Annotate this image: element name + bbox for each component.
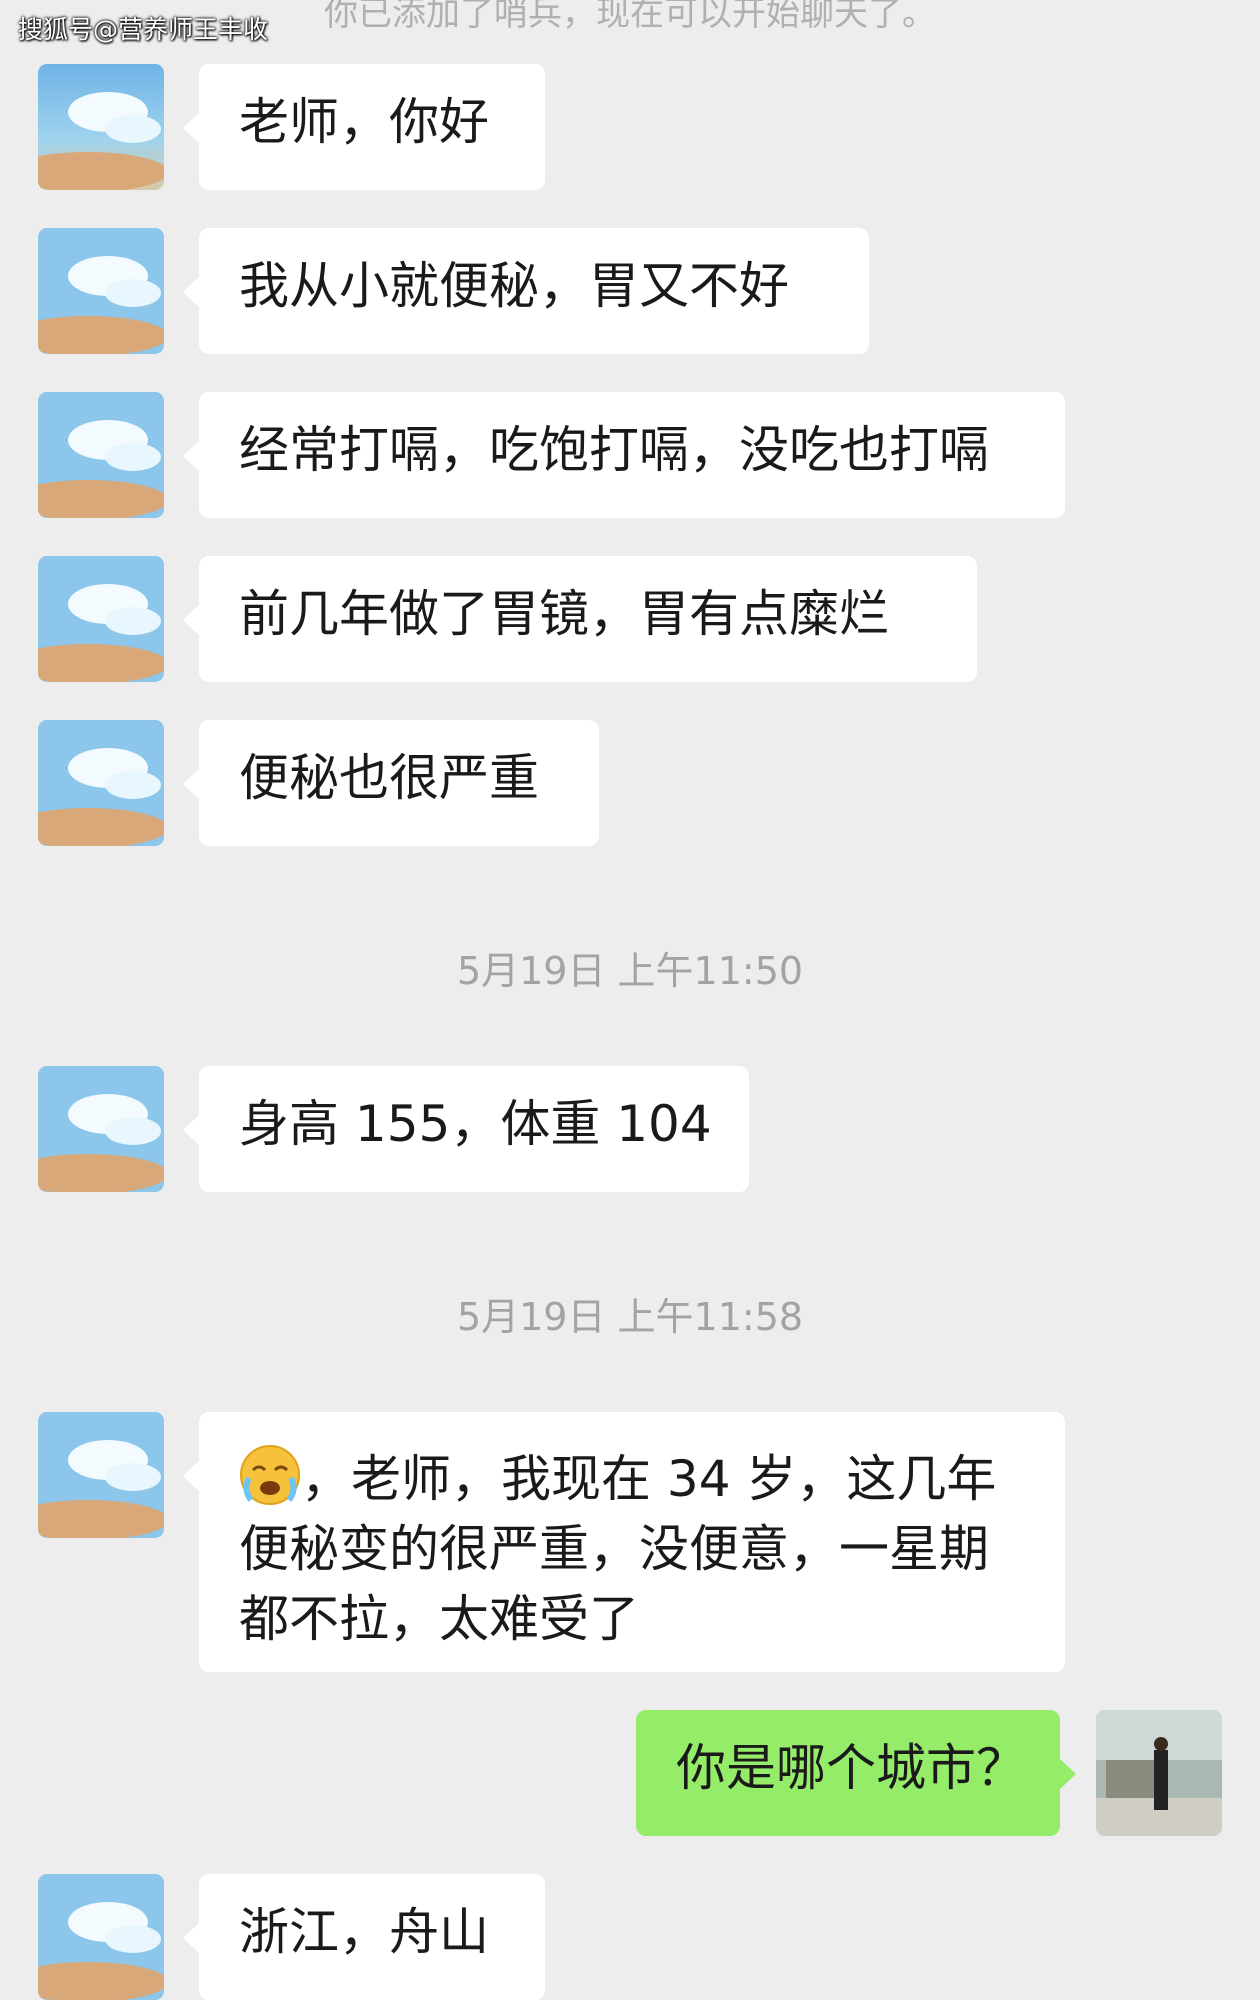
contact-avatar[interactable] <box>38 1066 164 1192</box>
message-bubble[interactable]: 浙江，舟山 <box>183 1874 545 2000</box>
watermark: 搜狐号@营养师王丰收 <box>18 15 269 44</box>
message-text: 经常打嗝，吃饱打嗝，没吃也打嗝 <box>239 421 989 479</box>
message-text: 身高 155，体重 104 <box>239 1095 712 1153</box>
outgoing-message-bubble[interactable]: 你是哪个城市？ <box>636 1710 1076 1836</box>
contact-avatar[interactable] <box>38 1874 164 2000</box>
contact-avatar[interactable] <box>38 720 164 846</box>
contact-avatar[interactable] <box>38 228 164 354</box>
my-avatar[interactable] <box>1096 1710 1222 1836</box>
message-bubble[interactable]: 便秘也很严重 <box>183 720 599 846</box>
contact-avatar[interactable] <box>38 1412 164 1538</box>
message-text: 我从小就便秘，胃又不好 <box>239 257 789 315</box>
contact-avatar[interactable] <box>38 556 164 682</box>
message-bubble[interactable]: 前几年做了胃镜，胃有点糜烂 <box>183 556 977 682</box>
message-bubble[interactable]: ，老师，我现在 34 岁，这几年便秘变的很严重，没便意，一星期都不拉，太难受了 <box>183 1412 1065 1672</box>
message-bubble[interactable]: 身高 155，体重 104 <box>183 1066 749 1192</box>
message-text: 浙江，舟山 <box>239 1903 489 1961</box>
message-text: 前几年做了胃镜，胃有点糜烂 <box>239 585 889 643</box>
message-bubble[interactable]: 我从小就便秘，胃又不好 <box>183 228 869 354</box>
timestamp: 5月19日 上午11:50 <box>456 949 804 993</box>
crying-face-emoji <box>240 1445 300 1505</box>
timestamp: 5月19日 上午11:58 <box>456 1295 804 1339</box>
message-text: ，老师，我现在 34 岁，这几年便秘变的很严重，没便意，一星期都不拉，太难受了 <box>239 1450 997 1648</box>
message-bubble[interactable]: 经常打嗝，吃饱打嗝，没吃也打嗝 <box>183 392 1065 518</box>
contact-avatar[interactable] <box>38 64 164 190</box>
message-text: 便秘也很严重 <box>239 749 539 807</box>
message-text: 你是哪个城市？ <box>676 1739 1026 1797</box>
message-bubble[interactable]: 老师，你好 <box>183 64 545 190</box>
message-text: 老师，你好 <box>239 93 489 151</box>
contact-avatar[interactable] <box>38 392 164 518</box>
